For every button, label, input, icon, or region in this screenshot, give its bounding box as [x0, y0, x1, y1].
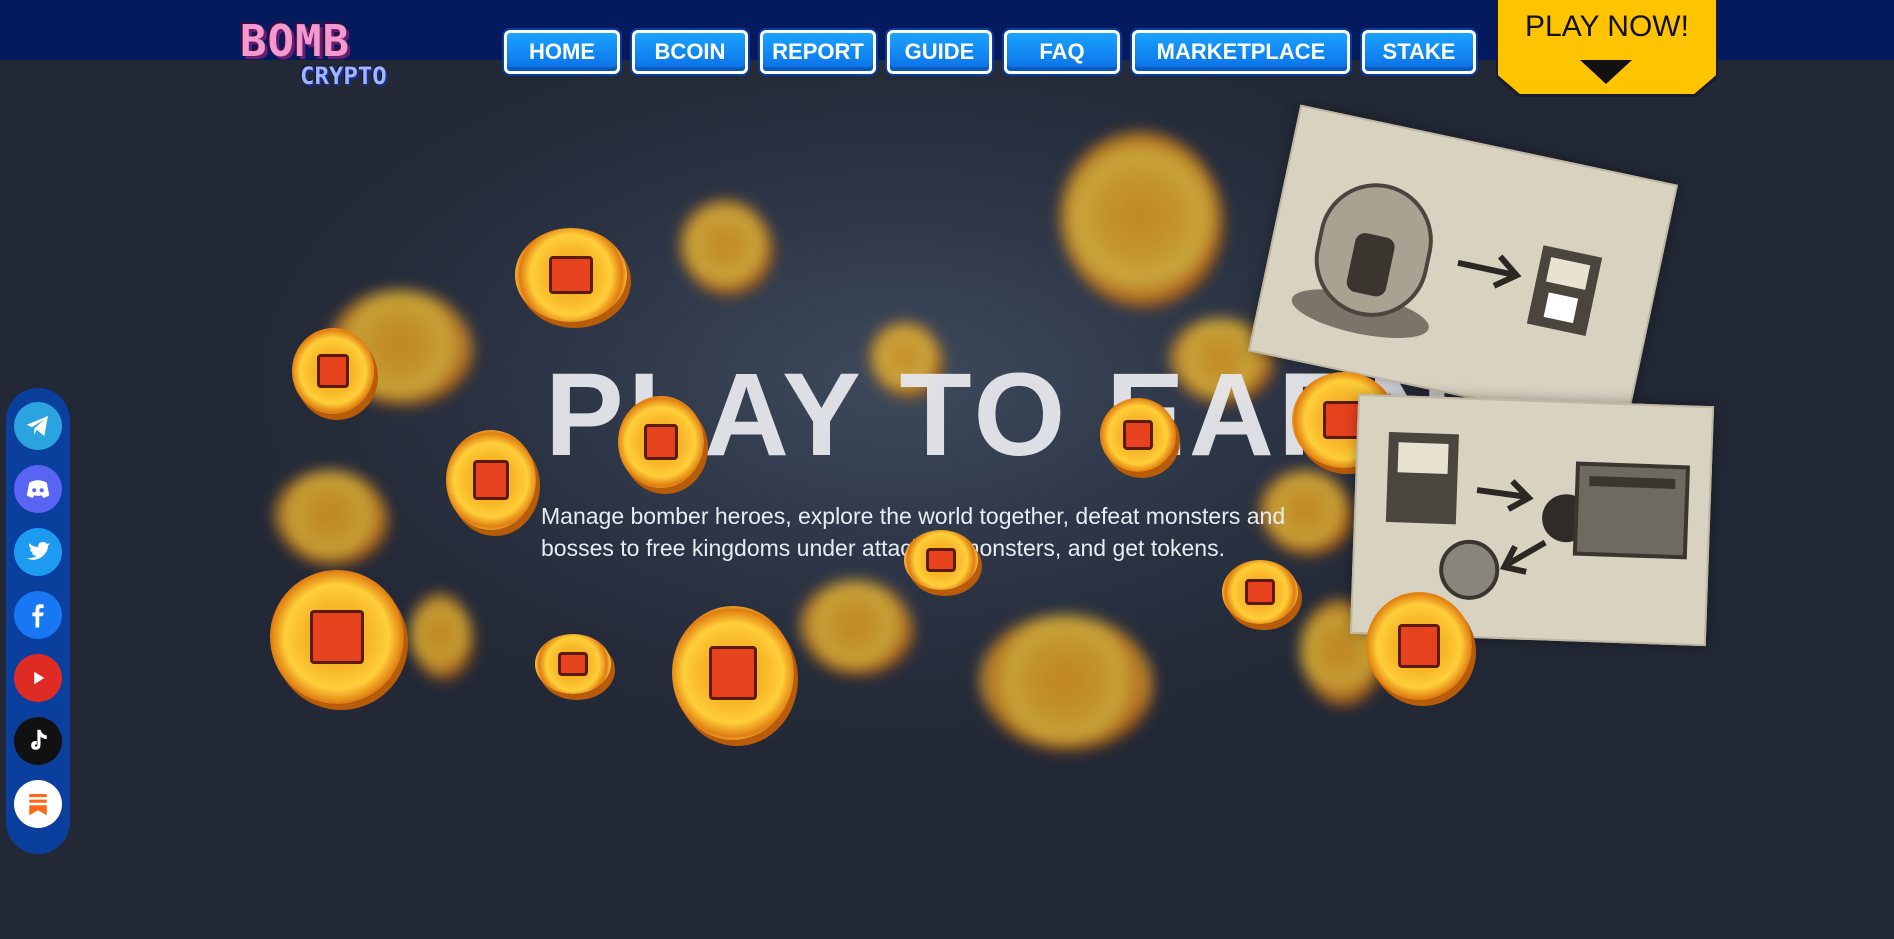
- nav-marketplace[interactable]: MARKETPLACE: [1132, 30, 1350, 74]
- telegram-icon[interactable]: [14, 402, 62, 450]
- coin-decoration: [515, 228, 627, 322]
- tiktok-icon[interactable]: [14, 717, 62, 765]
- coin-decoration: [672, 606, 794, 740]
- coin-decoration: [410, 594, 470, 674]
- coin-decoration: [980, 615, 1150, 745]
- logo-top-text: BOMB: [240, 16, 350, 67]
- coin-decoration: [800, 580, 910, 670]
- nav-home[interactable]: HOME: [504, 30, 620, 74]
- youtube-icon[interactable]: [14, 654, 62, 702]
- nav-stake[interactable]: STAKE: [1362, 30, 1476, 74]
- play-now-label[interactable]: PLAY NOW!: [1498, 10, 1716, 44]
- twitter-icon[interactable]: [14, 528, 62, 576]
- nav-guide[interactable]: GUIDE: [887, 30, 992, 74]
- coin-decoration: [535, 634, 611, 694]
- coin-decoration: [446, 430, 536, 530]
- coin-decoration: [618, 396, 704, 488]
- coin-decoration: [680, 200, 770, 290]
- bomb-crypto-logo[interactable]: BOMB CRYPTO: [240, 18, 412, 98]
- logo-bottom-text: CRYPTO: [300, 62, 387, 90]
- discord-icon[interactable]: [14, 465, 62, 513]
- nav-bcoin[interactable]: BCOIN: [632, 30, 748, 74]
- coin-decoration: [275, 470, 385, 560]
- coin-decoration: [1060, 132, 1220, 302]
- coin-decoration: [1222, 560, 1298, 624]
- coin-decoration: [270, 570, 404, 704]
- facebook-icon[interactable]: [14, 591, 62, 639]
- substack-icon[interactable]: [14, 780, 62, 828]
- coin-decoration: [292, 328, 374, 414]
- coin-decoration: [1100, 398, 1176, 472]
- coin-decoration: [904, 530, 978, 590]
- coin-decoration: [1366, 592, 1472, 700]
- caret-down-icon: [1580, 60, 1632, 84]
- nav-faq[interactable]: FAQ: [1004, 30, 1120, 74]
- nav-report[interactable]: REPORT: [760, 30, 876, 74]
- social-sidebar: [6, 388, 70, 854]
